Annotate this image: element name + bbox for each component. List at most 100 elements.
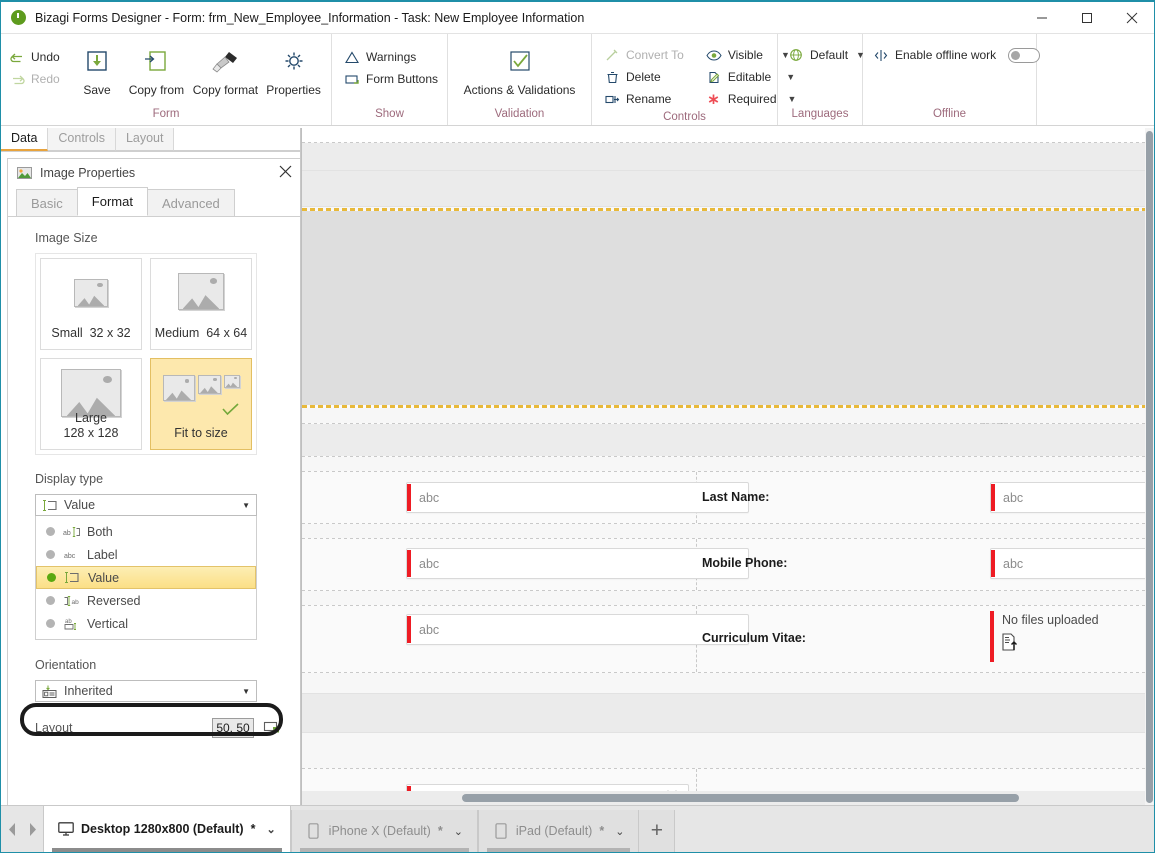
main-body: Data Controls Layout Image Properties Ba… <box>1 128 1154 805</box>
display-type-dropdown: ab Both abc Label Value ab Reversed ab V… <box>35 516 257 640</box>
field-label-mobile-phone: Mobile Phone: <box>702 556 788 570</box>
last-name-input[interactable]: abc <box>990 482 1154 513</box>
image-properties-title: Image Properties <box>40 166 136 180</box>
layout-value[interactable]: 50, 50 <box>212 718 254 738</box>
undo-button[interactable]: Undo <box>7 46 70 68</box>
maximize-icon[interactable] <box>1064 2 1109 33</box>
copy-format-button[interactable]: Copy format <box>189 40 262 97</box>
offline-toggle-switch[interactable] <box>1008 47 1041 63</box>
save-button[interactable]: Save <box>70 40 124 97</box>
redo-label: Redo <box>31 72 60 86</box>
size-medium-name: Medium <box>154 326 200 340</box>
chevron-down-icon[interactable]: ▼ <box>242 501 250 510</box>
display-type-option-vertical[interactable]: ab Vertical <box>36 612 256 635</box>
display-type-option-value[interactable]: Value <box>36 566 256 589</box>
chevron-down-icon[interactable]: ⌄ <box>454 825 463 838</box>
tab-advanced[interactable]: Advanced <box>146 189 235 216</box>
default-language-button[interactable]: Default ▼ <box>786 44 871 66</box>
chevron-down-icon[interactable]: ▼ <box>242 687 250 696</box>
image-properties-tabs: Basic Format Advanced <box>8 187 300 217</box>
warnings-label: Warnings <box>366 50 417 64</box>
prev-arrow-icon[interactable] <box>5 819 19 839</box>
close-icon[interactable] <box>1109 2 1154 33</box>
file-status-text: No files uploaded <box>1002 613 1099 627</box>
size-fit-name: Fit to size <box>174 426 228 440</box>
layout-row: Layout 50, 50 <box>35 718 280 738</box>
display-type-option-both[interactable]: ab Both <box>36 520 256 543</box>
editable-label: Editable <box>727 70 772 84</box>
display-type-option-label[interactable]: abc Label <box>36 543 256 566</box>
layout-edit-icon[interactable] <box>263 720 280 736</box>
display-type-option-vertical-label: Vertical <box>87 616 128 631</box>
input-placeholder: abc <box>419 622 440 637</box>
chevron-down-icon[interactable]: ⌄ <box>615 825 624 838</box>
redo-button[interactable]: Redo <box>7 68 70 90</box>
tab-basic[interactable]: Basic <box>16 189 78 216</box>
rename-button[interactable]: Rename <box>602 88 690 110</box>
form-buttons-button[interactable]: Form Buttons <box>342 68 444 90</box>
canvas-band <box>302 591 1145 605</box>
canvas-horizontal-scrollbar[interactable] <box>302 791 1145 805</box>
trash-icon <box>604 69 620 85</box>
close-icon[interactable] <box>279 165 292 181</box>
orientation-combo[interactable]: Inherited ▼ <box>35 680 257 702</box>
device-tab-desktop[interactable]: Desktop 1280x800 (Default) * ⌄ <box>43 806 291 852</box>
form-canvas[interactable]: abc Last Name: abc abc Mobile Phone: abc… <box>301 128 1154 805</box>
image-size-grid: Small 32 x 32 Medium 64 x 64 Large 128 x … <box>35 253 257 455</box>
scrollbar-thumb[interactable] <box>1146 131 1153 803</box>
device-tab-iphone-x[interactable]: iPhone X (Default) * ⌄ <box>290 810 478 852</box>
canvas-vertical-scrollbar[interactable] <box>1145 128 1154 805</box>
input-placeholder: abc <box>1003 556 1024 571</box>
scrollbar-thumb[interactable] <box>462 794 1019 802</box>
ribbon-toolbar: Undo Redo Save Copy from Copy format Pro… <box>1 33 1154 126</box>
device-tab-iphone-x-modified: * <box>437 824 443 838</box>
tab-data[interactable]: Data <box>1 128 49 151</box>
input-placeholder: abc <box>419 490 440 505</box>
visible-label: Visible <box>727 48 763 62</box>
ribbon-group-label-validation: Validation <box>494 108 545 120</box>
delete-button[interactable]: Delete <box>602 66 690 88</box>
actions-validations-button[interactable]: Actions & Validations <box>454 40 585 97</box>
bizagi-logo-icon <box>11 10 26 25</box>
third-field-input[interactable]: abc <box>406 614 749 645</box>
device-tab-ipad[interactable]: iPad (Default) * ⌄ <box>477 810 640 852</box>
field-label-curriculum-vitae: Curriculum Vitae: <box>702 631 806 645</box>
mobile-phone-input[interactable]: abc <box>990 548 1154 579</box>
ribbon-group-validation: Actions & Validations Validation <box>448 34 592 125</box>
device-tab-iphone-x-label: iPhone X (Default) <box>328 824 431 838</box>
first-name-input[interactable]: abc <box>406 482 749 513</box>
display-type-option-reversed-label: Reversed <box>87 593 141 608</box>
curriculum-vitae-file-control[interactable]: No files uploaded <box>990 611 1154 662</box>
minimize-icon[interactable] <box>1019 2 1064 33</box>
canvas-band <box>302 408 1145 423</box>
reversed-icon: ab <box>63 593 79 609</box>
middle-field-input[interactable]: abc <box>406 548 749 579</box>
image-size-option-large[interactable]: Large 128 x 128 <box>40 358 142 450</box>
ribbon-group-label-controls: Controls <box>663 111 706 123</box>
copy-from-button[interactable]: Copy from <box>124 40 189 97</box>
image-size-option-small[interactable]: Small 32 x 32 <box>40 258 142 350</box>
convert-to-button[interactable]: Convert To <box>602 44 690 66</box>
image-size-option-medium[interactable]: Medium 64 x 64 <box>150 258 252 350</box>
enable-offline-work-button[interactable]: Enable offline work <box>871 44 1046 66</box>
warnings-button[interactable]: Warnings <box>342 46 444 68</box>
image-control-region[interactable] <box>302 211 1145 405</box>
form-canvas-inner: abc Last Name: abc abc Mobile Phone: abc… <box>302 128 1154 805</box>
copy-from-label: Copy from <box>128 83 185 97</box>
display-type-option-reversed[interactable]: ab Reversed <box>36 589 256 612</box>
display-type-combo[interactable]: Value ▼ <box>35 494 257 516</box>
add-device-tab-button[interactable]: + <box>639 810 676 852</box>
next-arrow-icon[interactable] <box>25 819 39 839</box>
globe-icon <box>788 47 804 63</box>
tab-format[interactable]: Format <box>76 187 148 216</box>
chevron-down-icon[interactable]: ⌄ <box>266 823 275 836</box>
copy-format-label: Copy format <box>192 83 259 97</box>
size-large-name: Large <box>75 411 107 425</box>
canvas-band <box>302 457 1145 471</box>
file-upload-icon[interactable] <box>1002 633 1019 654</box>
tab-layout[interactable]: Layout <box>115 128 175 151</box>
image-size-option-fit-to-size[interactable]: Fit to size <box>150 358 252 450</box>
tab-controls[interactable]: Controls <box>48 128 116 151</box>
vertical-icon: ab <box>63 616 79 632</box>
properties-button[interactable]: Properties <box>262 40 325 97</box>
